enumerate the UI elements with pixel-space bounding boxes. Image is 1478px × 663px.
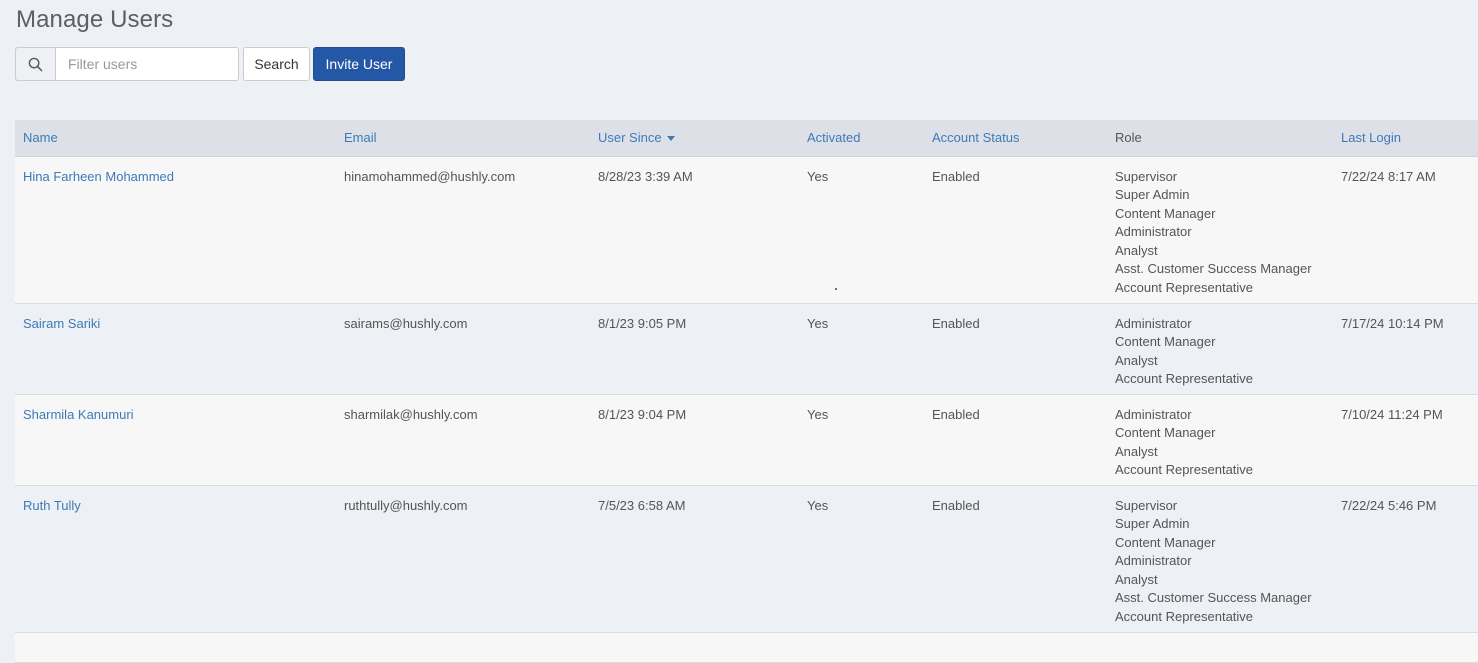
role-item: Administrator bbox=[1115, 315, 1192, 331]
account-status-value: Enabled bbox=[932, 497, 980, 513]
column-header-last-login[interactable]: Last Login bbox=[1333, 120, 1478, 157]
role-item: Account Representative bbox=[1115, 462, 1254, 478]
column-header-activated[interactable]: Activated bbox=[799, 120, 924, 157]
column-header-user-since-label[interactable]: User Since bbox=[598, 130, 662, 145]
role-item: Analyst bbox=[1115, 571, 1158, 587]
last-login: 7/10/24 11:24 PM bbox=[1341, 406, 1443, 422]
activated-value: Yes bbox=[807, 406, 829, 422]
role-item: Analyst bbox=[1115, 242, 1158, 258]
account-status-value: Enabled bbox=[932, 406, 980, 422]
role-item: Super Admin bbox=[1115, 516, 1190, 532]
user-since: 8/1/23 9:05 PM bbox=[598, 315, 687, 331]
column-header-role: Role bbox=[1107, 120, 1333, 157]
search-icon bbox=[15, 47, 55, 81]
user-name-link[interactable]: Sharmila Kanumuri bbox=[23, 407, 134, 422]
user-name-link[interactable]: Ruth Tully bbox=[23, 498, 81, 513]
stray-dot bbox=[835, 288, 837, 290]
role-item: Supervisor bbox=[1115, 168, 1178, 184]
column-header-account-status[interactable]: Account Status bbox=[924, 120, 1107, 157]
table-header-row: Name Email User Since Activated Account … bbox=[15, 120, 1478, 157]
role-item: Administrator bbox=[1115, 224, 1192, 240]
role-item: Analyst bbox=[1115, 443, 1158, 459]
role-item: Account Representative bbox=[1115, 280, 1254, 296]
users-table: Name Email User Since Activated Account … bbox=[15, 120, 1478, 663]
last-login: 7/17/24 10:14 PM bbox=[1341, 315, 1444, 331]
last-login: 7/22/24 8:17 AM bbox=[1341, 168, 1436, 184]
column-header-email[interactable]: Email bbox=[336, 120, 590, 157]
role-item: Super Admin bbox=[1115, 187, 1190, 203]
user-filter-toolbar: Search Invite User bbox=[15, 47, 405, 81]
column-header-name[interactable]: Name bbox=[15, 120, 336, 157]
role-list: Administrator Content Manager Analyst Ac… bbox=[1107, 394, 1333, 485]
role-item: Analyst bbox=[1115, 352, 1158, 368]
role-item: Account Representative bbox=[1115, 609, 1254, 625]
role-list: Supervisor Super Admin Content Manager A… bbox=[1107, 485, 1333, 632]
user-since: 8/28/23 3:39 AM bbox=[598, 168, 693, 184]
account-status-value: Enabled bbox=[932, 168, 980, 184]
search-button[interactable]: Search bbox=[243, 47, 310, 81]
user-email: hinamohammed@hushly.com bbox=[344, 168, 516, 184]
filter-users-input[interactable] bbox=[55, 47, 239, 81]
role-item: Content Manager bbox=[1115, 425, 1216, 441]
table-row bbox=[15, 632, 1478, 662]
role-item: Asst. Customer Success Manager bbox=[1115, 590, 1312, 606]
user-email: ruthtully@hushly.com bbox=[344, 497, 468, 513]
role-list: Administrator Content Manager Analyst Ac… bbox=[1107, 303, 1333, 394]
role-item: Account Representative bbox=[1115, 371, 1254, 387]
invite-user-button[interactable]: Invite User bbox=[313, 47, 405, 81]
table-row: Hina Farheen Mohammed hinamohammed@hushl… bbox=[15, 156, 1478, 303]
table-row: Sairam Sariki sairams@hushly.com 8/1/23 … bbox=[15, 303, 1478, 394]
activated-value: Yes bbox=[807, 168, 829, 184]
user-since: 8/1/23 9:04 PM bbox=[598, 406, 687, 422]
page-title: Manage Users bbox=[16, 6, 174, 33]
caret-down-icon[interactable] bbox=[666, 136, 675, 142]
user-email: sharmilak@hushly.com bbox=[344, 406, 478, 422]
last-login: 7/22/24 5:46 PM bbox=[1341, 497, 1437, 513]
role-item: Asst. Customer Success Manager bbox=[1115, 261, 1312, 277]
role-list: Supervisor Super Admin Content Manager A… bbox=[1107, 156, 1333, 303]
activated-value: Yes bbox=[807, 315, 829, 331]
table-row: Ruth Tully ruthtully@hushly.com 7/5/23 6… bbox=[15, 485, 1478, 632]
table-row: Sharmila Kanumuri sharmilak@hushly.com 8… bbox=[15, 394, 1478, 485]
user-name-link[interactable]: Hina Farheen Mohammed bbox=[23, 169, 174, 184]
role-item: Content Manager bbox=[1115, 334, 1216, 350]
role-item: Content Manager bbox=[1115, 205, 1216, 221]
role-item: Content Manager bbox=[1115, 534, 1216, 550]
role-item: Administrator bbox=[1115, 553, 1192, 569]
role-item: Administrator bbox=[1115, 406, 1192, 422]
account-status-value: Enabled bbox=[932, 315, 980, 331]
user-since: 7/5/23 6:58 AM bbox=[598, 497, 686, 513]
role-item: Supervisor bbox=[1115, 497, 1178, 513]
user-email: sairams@hushly.com bbox=[344, 315, 468, 331]
column-header-user-since[interactable]: User Since bbox=[590, 120, 799, 157]
user-name-link[interactable]: Sairam Sariki bbox=[23, 316, 100, 331]
activated-value: Yes bbox=[807, 497, 829, 513]
